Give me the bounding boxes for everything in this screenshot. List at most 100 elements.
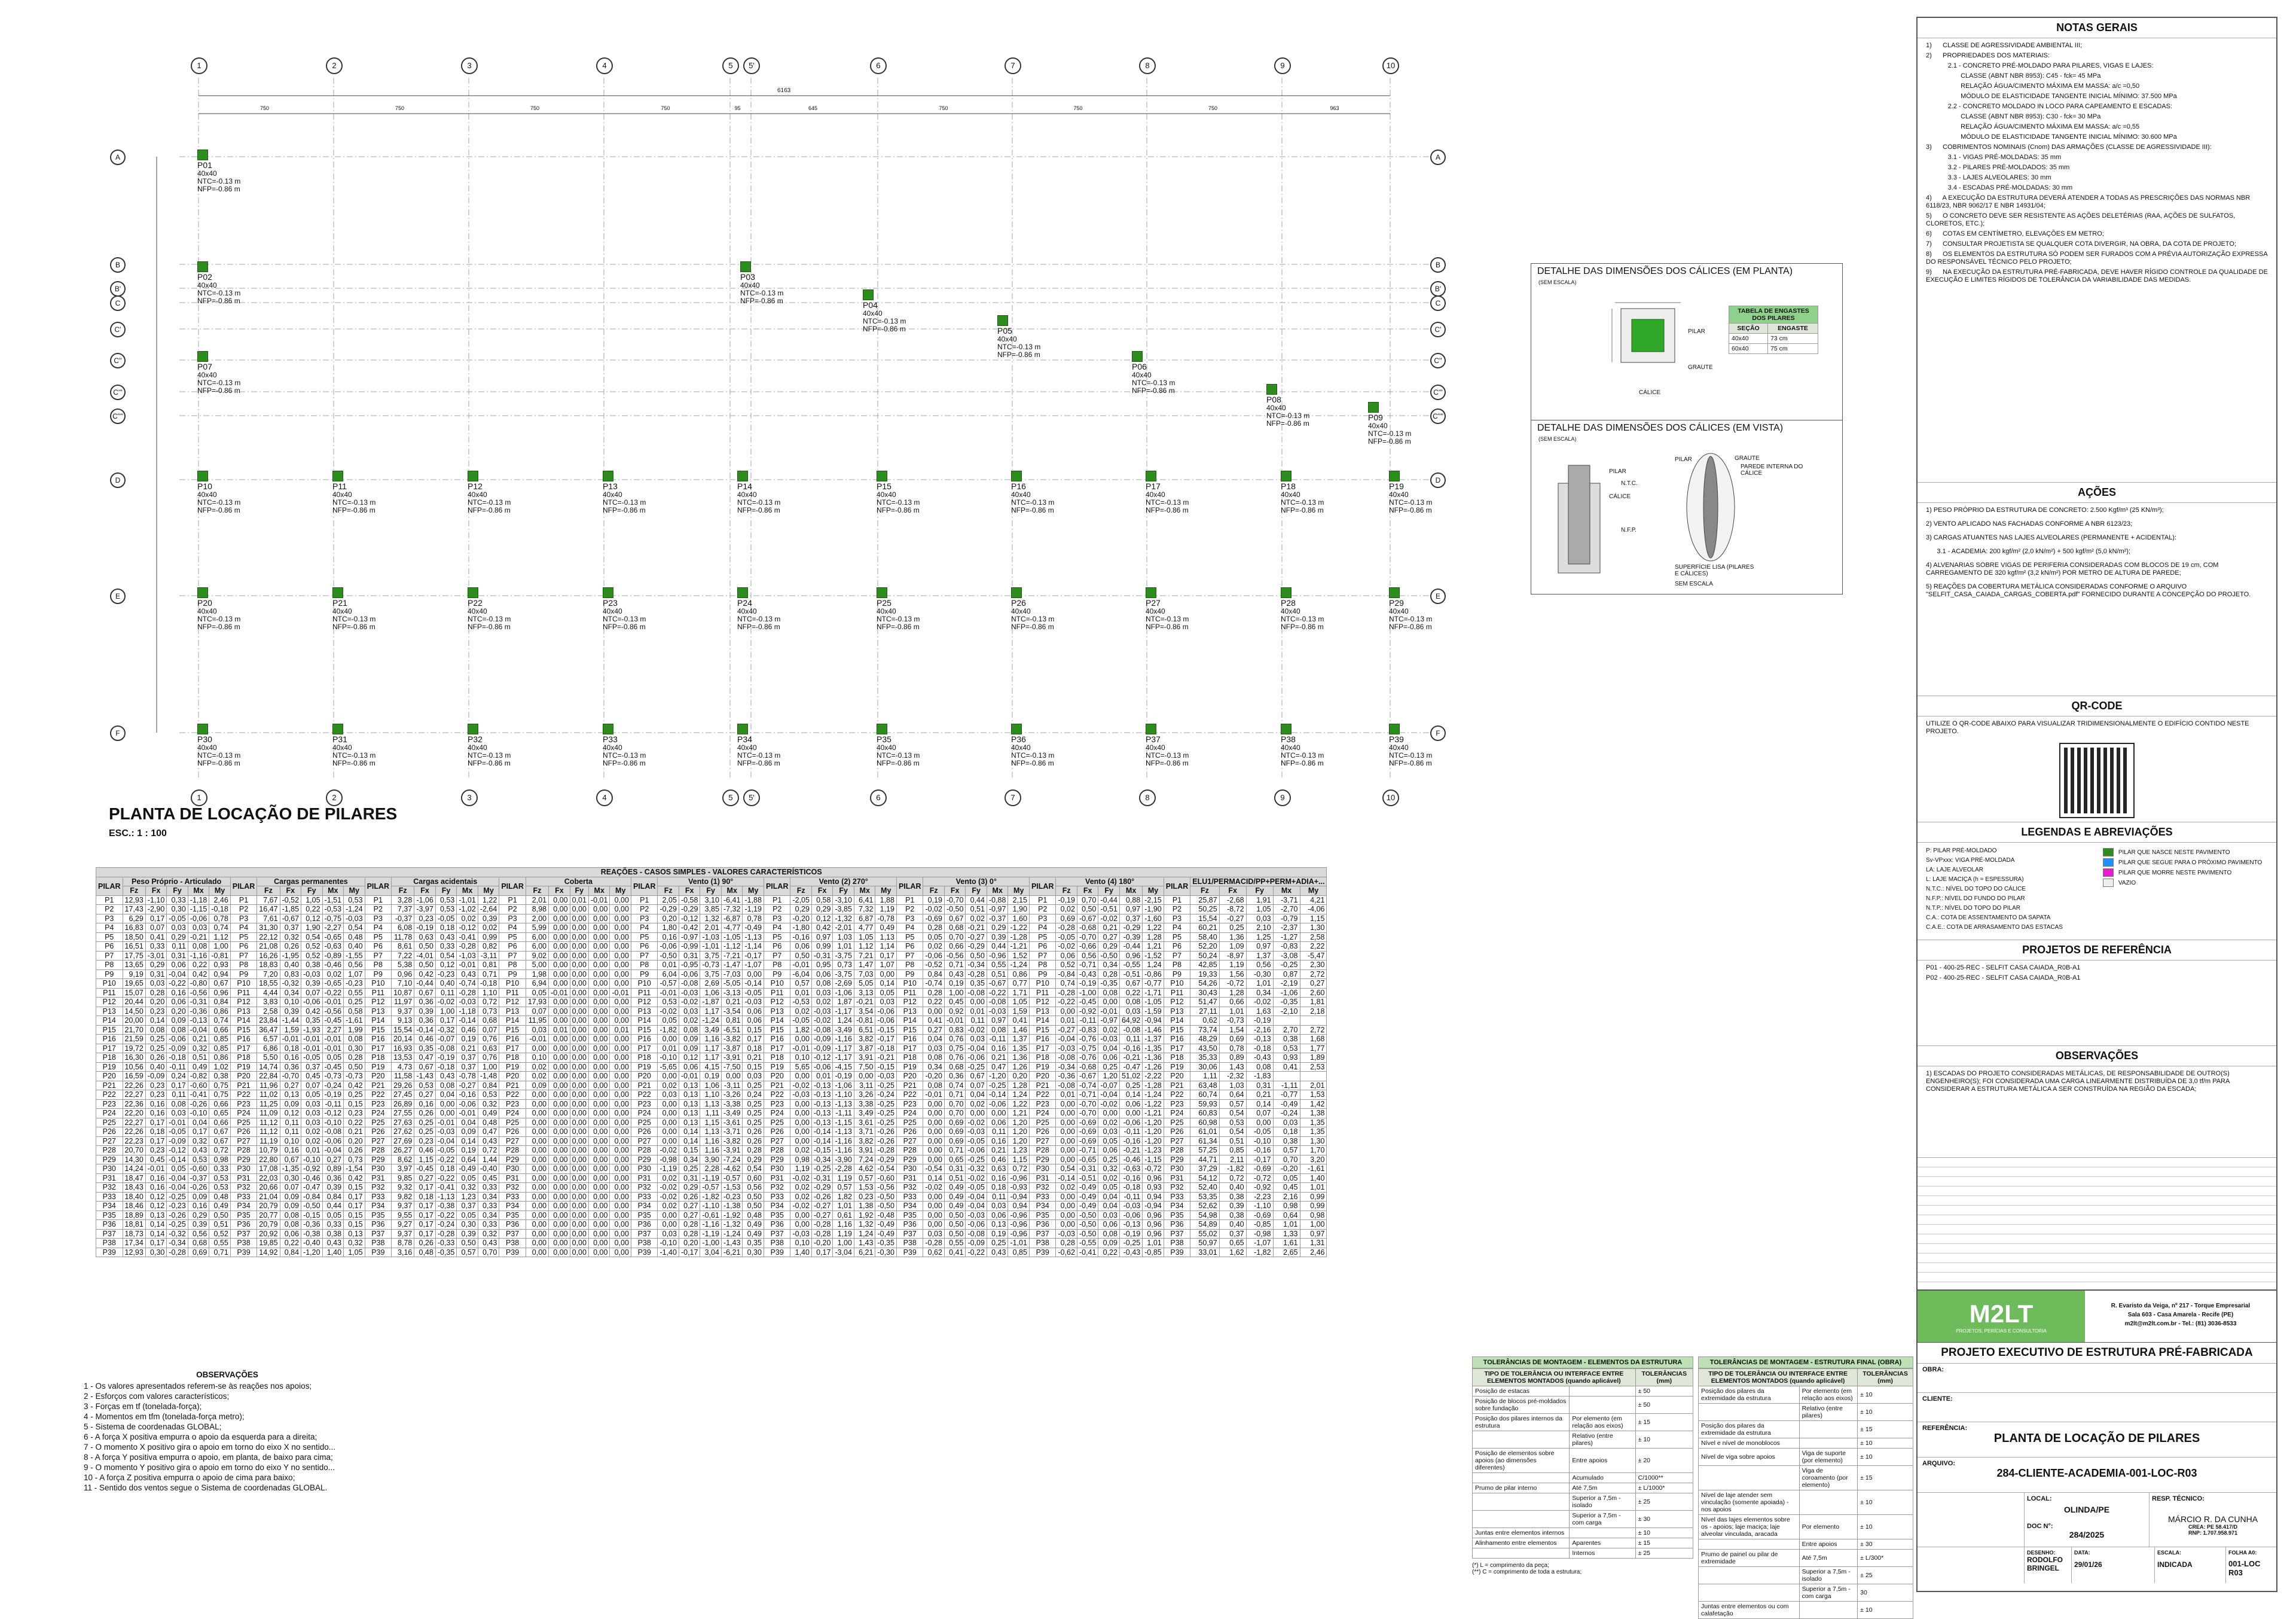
pillar-p33[interactable]: P33 40x40 NTC=-0.13 m NFP=-0.86 m	[603, 724, 646, 767]
value-cell: 0,00	[569, 923, 589, 933]
value-cell: -0,70	[944, 895, 966, 905]
value-cell: 0,32	[456, 1182, 478, 1193]
value-cell: -0,27	[811, 1210, 833, 1220]
pillar-p02[interactable]: P02 40x40 NTC=-0.13 m NFP=-0.86 m	[197, 261, 240, 305]
pilar-cell: P34	[364, 1201, 392, 1211]
value-cell: -0,03	[678, 987, 701, 998]
qr-code-icon[interactable]	[2059, 743, 2135, 818]
value-cell: 0,33	[477, 1219, 500, 1230]
value-cell: 0,00	[588, 1062, 610, 1072]
value-cell: 0,00	[569, 1154, 589, 1164]
pilar-cell: P24	[230, 1108, 258, 1118]
pillar-p09[interactable]: P09 40x40 NTC=-0.13 m NFP=-0.86 m	[1368, 402, 1411, 446]
value-cell: -1,85	[279, 904, 302, 914]
pilar-cell: P22	[96, 1090, 123, 1100]
value-cell: 0,00	[657, 1127, 679, 1137]
value-cell: 0,14	[145, 1228, 167, 1239]
pillar-name: P08	[1266, 395, 1281, 404]
pillar-p21[interactable]: P21 40x40 NTC=-0.13 m NFP=-0.86 m	[332, 587, 375, 631]
pillar-p37[interactable]: P37 40x40 NTC=-0.13 m NFP=-0.86 m	[1146, 724, 1189, 767]
pilar-cell: P22	[1163, 1090, 1191, 1100]
value-cell: -0,01	[166, 1117, 188, 1127]
value-cell: -1,83	[1245, 1071, 1274, 1081]
pillar-p01[interactable]: P01 40x40 NTC=-0.13 m NFP=-0.86 m	[197, 150, 240, 193]
pillar-p35[interactable]: P35 40x40 NTC=-0.13 m NFP=-0.86 m	[877, 724, 920, 767]
value-cell: 0,00	[609, 1145, 631, 1155]
pilar-cell: P16	[499, 1034, 526, 1044]
value-cell: 0,97	[811, 932, 833, 942]
value-cell: 0,02	[790, 1191, 812, 1202]
pillar-p10[interactable]: P10 40x40 NTC=-0.13 m NFP=-0.86 m	[197, 471, 240, 514]
value-cell: -0,57	[657, 978, 679, 989]
pillar-p39[interactable]: P39 40x40 NTC=-0.13 m NFP=-0.86 m	[1389, 724, 1432, 767]
pillar-p12[interactable]: P12 40x40 NTC=-0.13 m NFP=-0.86 m	[468, 471, 511, 514]
pillar-p03[interactable]: P03 40x40 NTC=-0.13 m NFP=-0.86 m	[740, 261, 783, 305]
pillar-p16[interactable]: P16 40x40 NTC=-0.13 m NFP=-0.86 m	[1011, 471, 1054, 514]
value-cell: 0,00	[609, 1219, 631, 1230]
pillar-p22[interactable]: P22 40x40 NTC=-0.13 m NFP=-0.86 m	[468, 587, 511, 631]
pillar-p18[interactable]: P18 40x40 NTC=-0.13 m NFP=-0.86 m	[1281, 471, 1324, 514]
pillar-p26[interactable]: P26 40x40 NTC=-0.13 m NFP=-0.86 m	[1011, 587, 1054, 631]
pillar-p05[interactable]: P05 40x40 NTC=-0.13 m NFP=-0.86 m	[997, 315, 1040, 359]
list-item: 10 - A força Z positiva empurra o apoio …	[84, 1473, 295, 1482]
value-cell: 18,46	[122, 1201, 146, 1211]
pillar-p07[interactable]: P07 40x40 NTC=-0.13 m NFP=-0.86 m	[197, 351, 240, 395]
value-cell: -1,80	[790, 923, 812, 933]
value-cell: 0,67	[209, 1127, 231, 1137]
grid-column-bubble: 8	[1139, 789, 1156, 806]
pillar-p06[interactable]: P06 40x40 NTC=-0.13 m NFP=-0.86 m	[1132, 351, 1175, 395]
pillar-p17[interactable]: P17 40x40 NTC=-0.13 m NFP=-0.86 m	[1146, 471, 1189, 514]
pillar-p36[interactable]: P36 40x40 NTC=-0.13 m NFP=-0.86 m	[1011, 724, 1054, 767]
value-cell: 1,42	[1299, 1099, 1327, 1109]
grid-row-bubble: D	[1430, 472, 1446, 488]
value-cell: -0,17	[1245, 1154, 1274, 1164]
value-cell: 6,94	[525, 978, 549, 989]
value-cell: 0,00	[569, 904, 589, 914]
component-header: My	[742, 886, 764, 896]
value-cell: 0,03	[657, 1228, 679, 1239]
value-cell: 0,00	[588, 1191, 610, 1202]
value-cell: -0,24	[1272, 1108, 1300, 1118]
value-cell: 0,00	[548, 904, 570, 914]
pillar-p14[interactable]: P14 40x40 NTC=-0.13 m NFP=-0.86 m	[737, 471, 780, 514]
pillar-p24[interactable]: P24 40x40 NTC=-0.13 m NFP=-0.86 m	[737, 587, 780, 631]
value-cell: 0,25	[414, 1127, 436, 1137]
pillar-p20[interactable]: P20 40x40 NTC=-0.13 m NFP=-0.86 m	[197, 587, 240, 631]
pillar-p38[interactable]: P38 40x40 NTC=-0.13 m NFP=-0.86 m	[1281, 724, 1324, 767]
pillar-p27[interactable]: P27 40x40 NTC=-0.13 m NFP=-0.86 m	[1146, 587, 1189, 631]
pillar-p11[interactable]: P11 40x40 NTC=-0.13 m NFP=-0.86 m	[332, 471, 375, 514]
pillar-p31[interactable]: P31 40x40 NTC=-0.13 m NFP=-0.86 m	[332, 724, 375, 767]
pillar-p34[interactable]: P34 40x40 NTC=-0.13 m NFP=-0.86 m	[737, 724, 780, 767]
table-row: Entre apoios ± 30	[1698, 1539, 1913, 1550]
value-cell: 0,45	[1272, 1182, 1300, 1193]
value-cell: -0,94	[1142, 1016, 1164, 1026]
pilar-cell: P20	[1163, 1071, 1191, 1081]
value-cell: -0,23	[166, 1201, 188, 1211]
pilar-cell: P29	[230, 1154, 258, 1164]
pillar-p23[interactable]: P23 40x40 NTC=-0.13 m NFP=-0.86 m	[603, 587, 646, 631]
value-cell: 0,00	[548, 950, 570, 961]
pilar-cell: P3	[96, 913, 123, 923]
value-cell: -0,70	[1076, 932, 1099, 942]
pillar-p25[interactable]: P25 40x40 NTC=-0.13 m NFP=-0.86 m	[877, 587, 920, 631]
tolerance-table-1: TOLERÂNCIAS DE MONTAGEM - ELEMENTOS DA E…	[1471, 1356, 1694, 1575]
value-cell: 0,99	[1299, 1191, 1327, 1202]
pillar-p32[interactable]: P32 40x40 NTC=-0.13 m NFP=-0.86 m	[468, 724, 511, 767]
pilar-cell: P26	[1028, 1127, 1057, 1137]
value-cell: 0,19	[700, 1071, 722, 1081]
pillar-p04[interactable]: P04 40x40 NTC=-0.13 m NFP=-0.86 m	[863, 289, 906, 333]
value-cell: 7,21	[853, 950, 876, 961]
pillar-p29[interactable]: P29 40x40 NTC=-0.13 m NFP=-0.86 m	[1389, 587, 1432, 631]
grid-column-bubble: 1	[191, 57, 207, 74]
value-cell: -0,31	[187, 997, 210, 1007]
value-cell: 0,89	[1219, 1053, 1247, 1063]
value-cell: 0,67	[279, 1154, 302, 1164]
pillar-p28[interactable]: P28 40x40 NTC=-0.13 m NFP=-0.86 m	[1281, 587, 1324, 631]
value-cell: -0,85	[1245, 1219, 1274, 1230]
pillar-p08[interactable]: P08 40x40 NTC=-0.13 m NFP=-0.86 m	[1266, 384, 1309, 428]
pillar-p15[interactable]: P15 40x40 NTC=-0.13 m NFP=-0.86 m	[877, 471, 920, 514]
pillar-p30[interactable]: P30 40x40 NTC=-0.13 m NFP=-0.86 m	[197, 724, 240, 767]
pillar-p13[interactable]: P13 40x40 NTC=-0.13 m NFP=-0.86 m	[603, 471, 646, 514]
pillar-p19[interactable]: P19 40x40 NTC=-0.13 m NFP=-0.86 m	[1389, 471, 1432, 514]
value-cell: 0,27	[322, 1154, 344, 1164]
